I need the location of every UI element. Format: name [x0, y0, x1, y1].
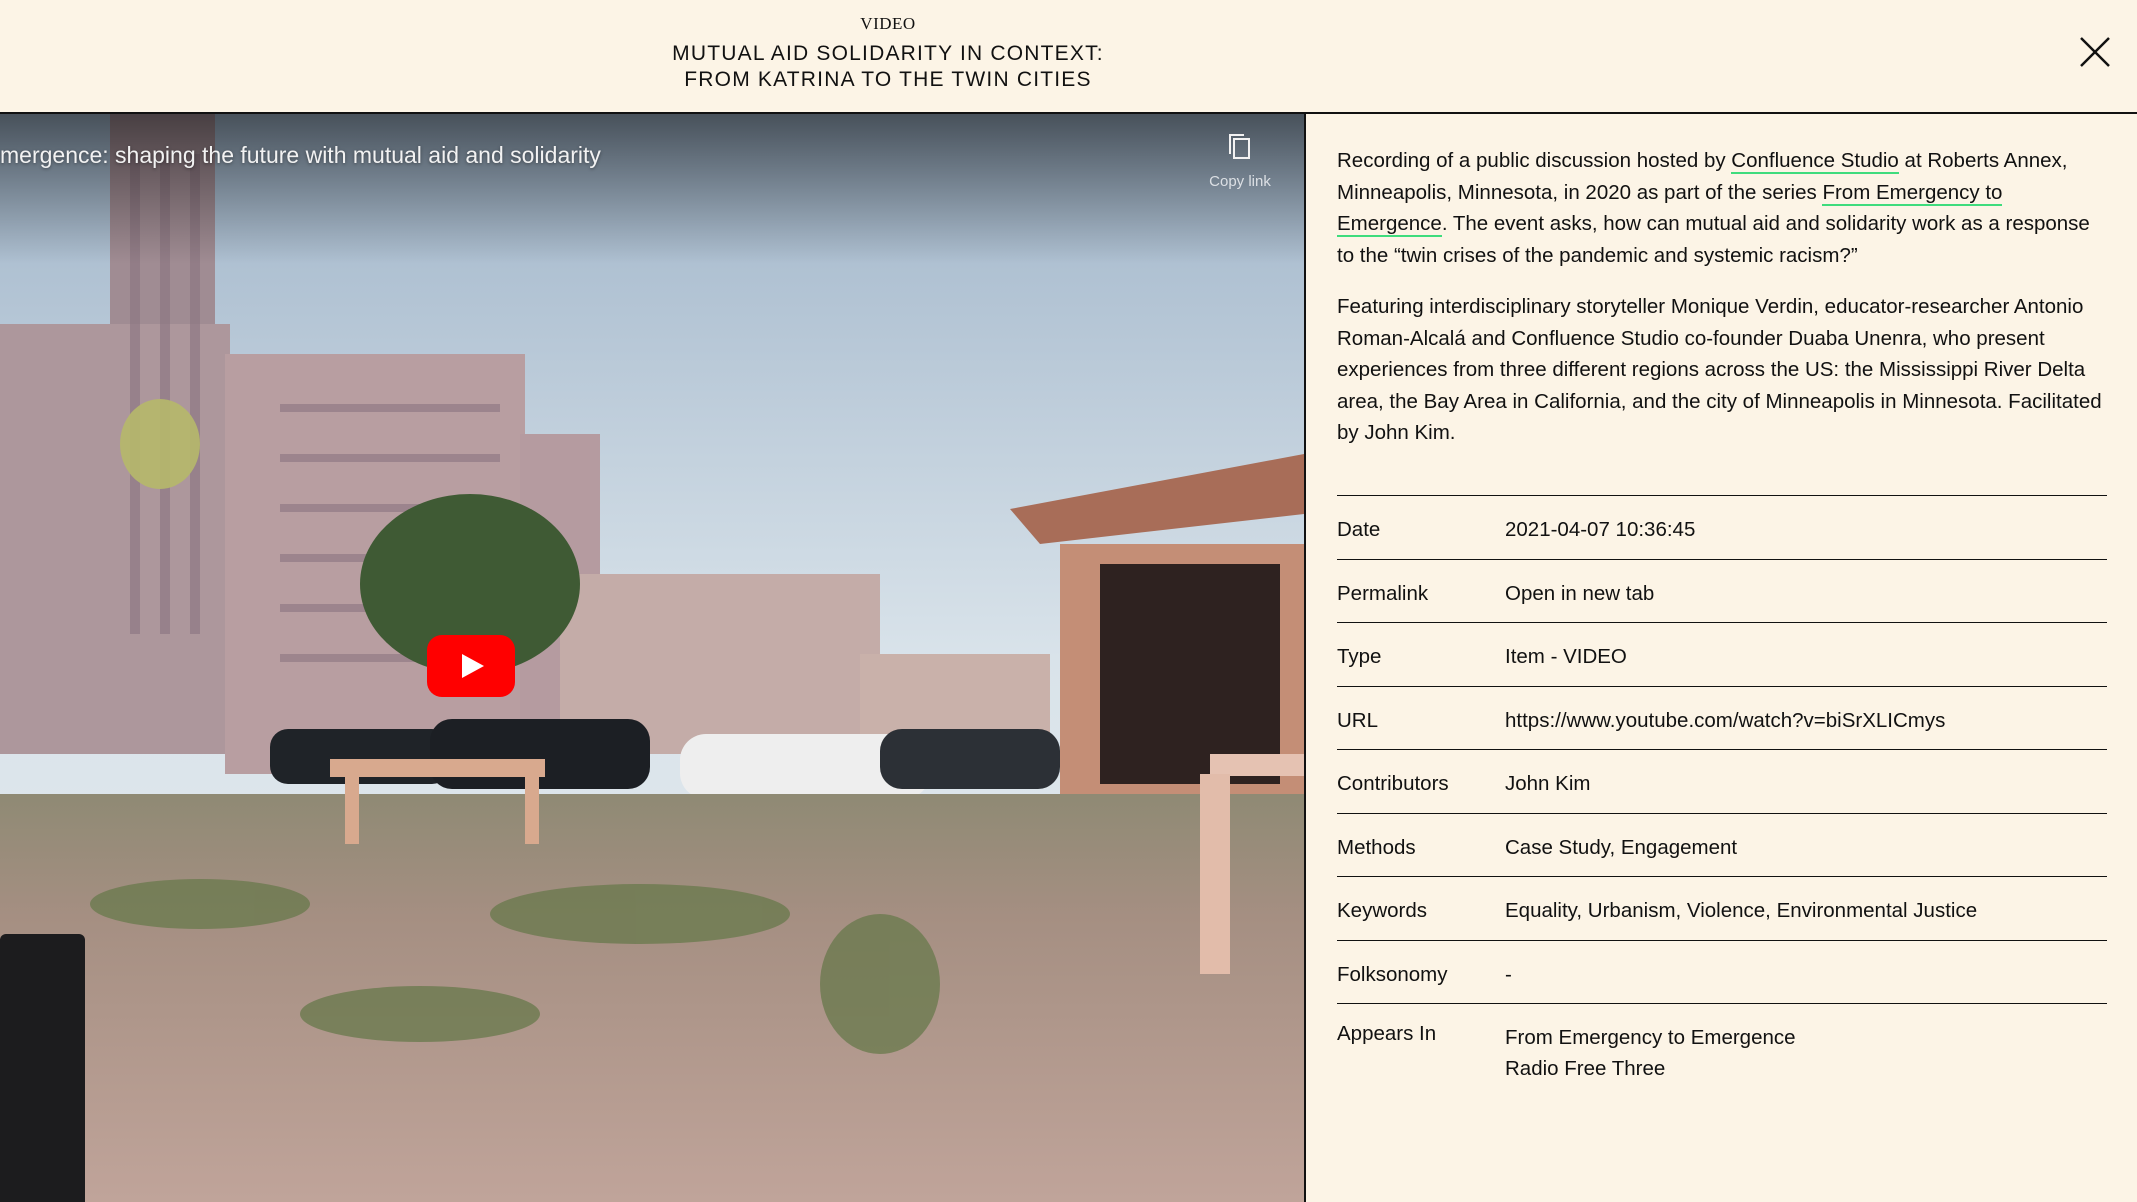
copy-link-label: Copy link [1209, 173, 1271, 190]
meta-label: Methods [1337, 835, 1416, 859]
permalink-link[interactable]: Open in new tab [1505, 582, 2107, 623]
meta-row-folksonomy: Folksonomy - [1337, 939, 2107, 1004]
meta-label: Appears In [1337, 1022, 1437, 1045]
video-thumbnail [0, 114, 1304, 1202]
meta-row-url: URL https://www.youtube.com/watch?v=biSr… [1337, 685, 2107, 750]
item-title: MUTUAL AID SOLIDARITY IN CONTEXT: FROM K… [0, 41, 1776, 93]
play-icon[interactable] [427, 635, 515, 697]
meta-value: 2021-04-07 10:36:45 [1505, 518, 1696, 541]
copy-icon [1229, 134, 1250, 159]
meta-row-appears-in: Appears In From Emergency to Emergence R… [1337, 1003, 2107, 1084]
item-title-line1: MUTUAL AID SOLIDARITY IN CONTEXT: [672, 42, 1104, 65]
meta-label: URL [1337, 708, 1379, 732]
close-icon [2080, 37, 2110, 67]
meta-label: Keywords [1337, 899, 1428, 922]
meta-row-methods: Methods Case Study, Engagement [1337, 812, 2107, 877]
copy-link-button[interactable]: Copy link [1195, 132, 1285, 190]
meta-row-type: Type Item - VIDEO [1337, 622, 2107, 686]
meta-label: Contributors [1337, 772, 1449, 795]
description-paragraph-2: Featuring interdisciplinary storyteller … [1337, 295, 2102, 444]
description-panel: Recording of a public discussion hosted … [1337, 145, 2107, 469]
item-type-kicker: VIDEO [860, 14, 916, 33]
meta-value[interactable]: Case Study, Engagement [1505, 836, 2107, 877]
modal-header: VIDEO MUTUAL AID SOLIDARITY IN CONTEXT: … [0, 0, 2137, 114]
meta-value: Item - VIDEO [1505, 645, 1627, 668]
meta-label: Date [1337, 518, 1381, 541]
meta-label: Folksonomy [1337, 962, 1448, 986]
meta-label: Permalink [1337, 581, 1429, 605]
panel-divider [1304, 114, 1306, 1202]
contributor-link[interactable]: John Kim [1505, 772, 2107, 813]
video-player[interactable]: mergence: shaping the future with mutual… [0, 114, 1304, 1202]
meta-value: - [1505, 962, 1512, 986]
meta-label: Type [1337, 645, 1382, 668]
item-title-line2: FROM KATRINA TO THE TWIN CITIES [684, 68, 1092, 91]
metadata-table: Date 2021-04-07 10:36:45 Permalink Open … [1337, 495, 2107, 1084]
description-paragraph-1: Recording of a public discussion hosted … [1337, 145, 2107, 271]
appears-in-list: From Emergency to Emergence Radio Free T… [1505, 1022, 2107, 1084]
meta-value[interactable]: Equality, Urbanism, Violence, Environmen… [1505, 899, 2107, 940]
appears-in-link[interactable]: From Emergency to Emergence [1505, 1022, 2107, 1053]
meta-row-permalink: Permalink Open in new tab [1337, 558, 2107, 623]
url-link[interactable]: https://www.youtube.com/watch?v=biSrXLIC… [1505, 709, 2107, 750]
confluence-studio-link[interactable]: Confluence Studio [1731, 149, 1899, 174]
description-text: Recording of a public discussion hosted … [1337, 149, 1732, 172]
meta-row-contributors: Contributors John Kim [1337, 749, 2107, 813]
meta-row-keywords: Keywords Equality, Urbanism, Violence, E… [1337, 876, 2107, 940]
meta-row-date: Date 2021-04-07 10:36:45 [1337, 495, 2107, 559]
video-title[interactable]: mergence: shaping the future with mutual… [0, 142, 601, 169]
description-text: . The event asks, how can mutual aid and… [1337, 212, 2090, 267]
appears-in-link[interactable]: Radio Free Three [1505, 1053, 2107, 1084]
close-button[interactable] [2073, 30, 2117, 74]
